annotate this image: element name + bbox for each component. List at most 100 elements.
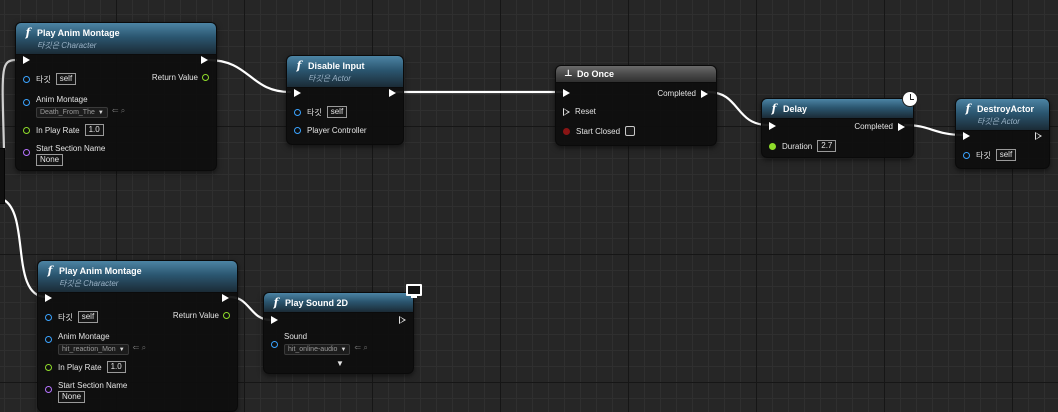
play-rate-label: In Play Rate <box>58 362 102 372</box>
target-label: 타깃 <box>36 74 51 84</box>
duration-field[interactable]: 2.7 <box>817 140 837 152</box>
node-disable-input[interactable]: f Disable Input 타깃은 Actor 타깃 self Player… <box>286 55 404 145</box>
target-pin[interactable] <box>45 313 52 321</box>
exec-out-pin[interactable] <box>201 56 208 64</box>
play-rate-pin[interactable] <box>45 363 52 371</box>
exec-out-pin[interactable] <box>1035 132 1042 140</box>
chevron-down-icon: ▼ <box>118 346 125 353</box>
anim-montage-dropdown[interactable]: hit_reaction_Mon ▼ <box>58 344 129 355</box>
macro-icon: ⊥ <box>564 69 573 79</box>
exec-out-pin[interactable] <box>222 294 229 302</box>
play-rate-pin[interactable] <box>23 126 30 134</box>
exec-in-pin[interactable] <box>294 89 301 97</box>
exec-in-pin[interactable] <box>45 294 52 302</box>
exec-in-pin[interactable] <box>563 89 570 97</box>
node-header[interactable]: f Play Anim Montage 타깃은 Character <box>16 23 216 55</box>
browse-asset-icon[interactable]: ⇐ ⌕ <box>112 106 125 116</box>
node-header[interactable]: f Play Sound 2D <box>264 293 413 313</box>
node-title: DestroyActor <box>977 103 1035 114</box>
section-name-field[interactable]: None <box>58 391 86 403</box>
sound-pin[interactable] <box>271 341 278 348</box>
node-subtitle: 타깃은 Actor <box>977 117 1020 126</box>
anim-montage-label: Anim Montage <box>58 332 110 341</box>
anim-montage-label: Anim Montage <box>36 95 88 104</box>
expand-advanced-arrow-icon[interactable]: ▼ <box>336 359 344 368</box>
node-header[interactable]: ⊥ Do Once <box>556 66 716 83</box>
node-do-once[interactable]: ⊥ Do Once Completed Reset Start Closed <box>555 65 717 146</box>
sound-dropdown[interactable]: hit_online-audio ▼ <box>284 344 351 355</box>
target-value-box[interactable]: self <box>326 106 348 118</box>
node-title: Disable Input <box>308 60 365 71</box>
function-icon: f <box>273 296 279 309</box>
sound-value: hit_online-audio <box>288 346 338 353</box>
section-name-label: Start Section Name <box>36 144 106 153</box>
target-value-box[interactable]: self <box>995 149 1017 161</box>
exec-out-pin[interactable] <box>389 89 396 97</box>
node-header[interactable]: f Play Anim Montage 타깃은 Character <box>38 261 237 293</box>
section-name-label: Start Section Name <box>58 381 128 390</box>
node-title: Delay <box>783 103 808 114</box>
exec-in-pin[interactable] <box>963 132 970 140</box>
node-destroy-actor[interactable]: f DestroyActor 타깃은 Actor 타깃 self <box>955 98 1050 169</box>
player-controller-pin[interactable] <box>294 127 301 134</box>
return-value-pin[interactable] <box>202 74 209 81</box>
play-rate-label: In Play Rate <box>36 125 80 135</box>
browse-asset-icon[interactable]: ⇐ ⌕ <box>354 343 367 353</box>
start-closed-label: Start Closed <box>576 126 621 136</box>
return-value-pin[interactable] <box>223 312 230 319</box>
target-value-box[interactable]: self <box>55 73 77 85</box>
anim-montage-dropdown[interactable]: Death_From_The ▼ <box>36 107 108 118</box>
section-name-pin[interactable] <box>45 386 52 393</box>
anim-montage-pin[interactable] <box>45 336 52 343</box>
node-subtitle: 타깃은 Character <box>59 279 119 288</box>
anim-montage-value: Death_From_The <box>40 109 95 116</box>
duration-pin[interactable] <box>769 142 776 150</box>
node-header[interactable]: f Disable Input 타깃은 Actor <box>287 56 403 88</box>
play-rate-field[interactable]: 1.0 <box>84 124 104 136</box>
anim-montage-value: hit_reaction_Mon <box>62 346 116 353</box>
node-title: Play Anim Montage <box>37 27 120 38</box>
play-rate-field[interactable]: 1.0 <box>106 361 126 373</box>
target-label: 타깃 <box>58 312 73 322</box>
node-play-sound-2d[interactable]: f Play Sound 2D Sound hit_online-audio ▼… <box>263 292 414 374</box>
reset-exec-pin[interactable] <box>563 107 570 116</box>
exec-in-pin[interactable] <box>23 56 30 64</box>
sound-label: Sound <box>284 332 308 341</box>
completed-exec-pin[interactable] <box>898 122 905 131</box>
node-title: Do Once <box>577 69 615 79</box>
section-name-pin[interactable] <box>23 149 30 156</box>
node-subtitle: 타깃은 Character <box>37 41 97 50</box>
node-title: Play Anim Montage <box>59 265 142 276</box>
target-pin[interactable] <box>963 151 970 159</box>
node-play-anim-montage-1[interactable]: f Play Anim Montage 타깃은 Character 타깃 sel… <box>15 22 217 171</box>
return-value-label: Return Value <box>172 311 219 320</box>
target-value-box[interactable]: self <box>77 311 99 323</box>
browse-asset-icon[interactable]: ⇐ ⌕ <box>133 343 146 353</box>
node-header[interactable]: f Delay <box>762 99 913 119</box>
exec-in-pin[interactable] <box>271 316 278 324</box>
function-icon: f <box>771 102 777 115</box>
node-play-anim-montage-2[interactable]: f Play Anim Montage 타깃은 Character 타깃 sel… <box>37 260 238 412</box>
monitor-icon <box>406 284 422 298</box>
chevron-down-icon: ▼ <box>340 346 347 353</box>
duration-label: Duration <box>782 141 813 151</box>
exec-wire <box>206 58 292 94</box>
completed-label: Completed <box>657 89 696 98</box>
function-icon: f <box>965 102 971 115</box>
function-icon: f <box>47 264 53 277</box>
section-name-field[interactable]: None <box>36 154 64 166</box>
player-controller-label: Player Controller <box>307 126 367 135</box>
target-pin[interactable] <box>294 108 301 116</box>
target-pin[interactable] <box>23 75 30 83</box>
exec-wire <box>706 90 770 127</box>
exec-out-pin[interactable] <box>399 316 406 324</box>
node-delay[interactable]: f Delay Completed Duration 2.7 <box>761 98 914 158</box>
anim-montage-pin[interactable] <box>23 99 30 106</box>
node-header[interactable]: f DestroyActor 타깃은 Actor <box>956 99 1049 131</box>
completed-label: Completed <box>854 122 893 131</box>
exec-in-pin[interactable] <box>769 122 776 130</box>
function-icon: f <box>296 59 302 72</box>
start-closed-checkbox[interactable] <box>625 126 636 136</box>
start-closed-pin[interactable] <box>563 127 570 135</box>
completed-exec-pin[interactable] <box>701 89 708 98</box>
